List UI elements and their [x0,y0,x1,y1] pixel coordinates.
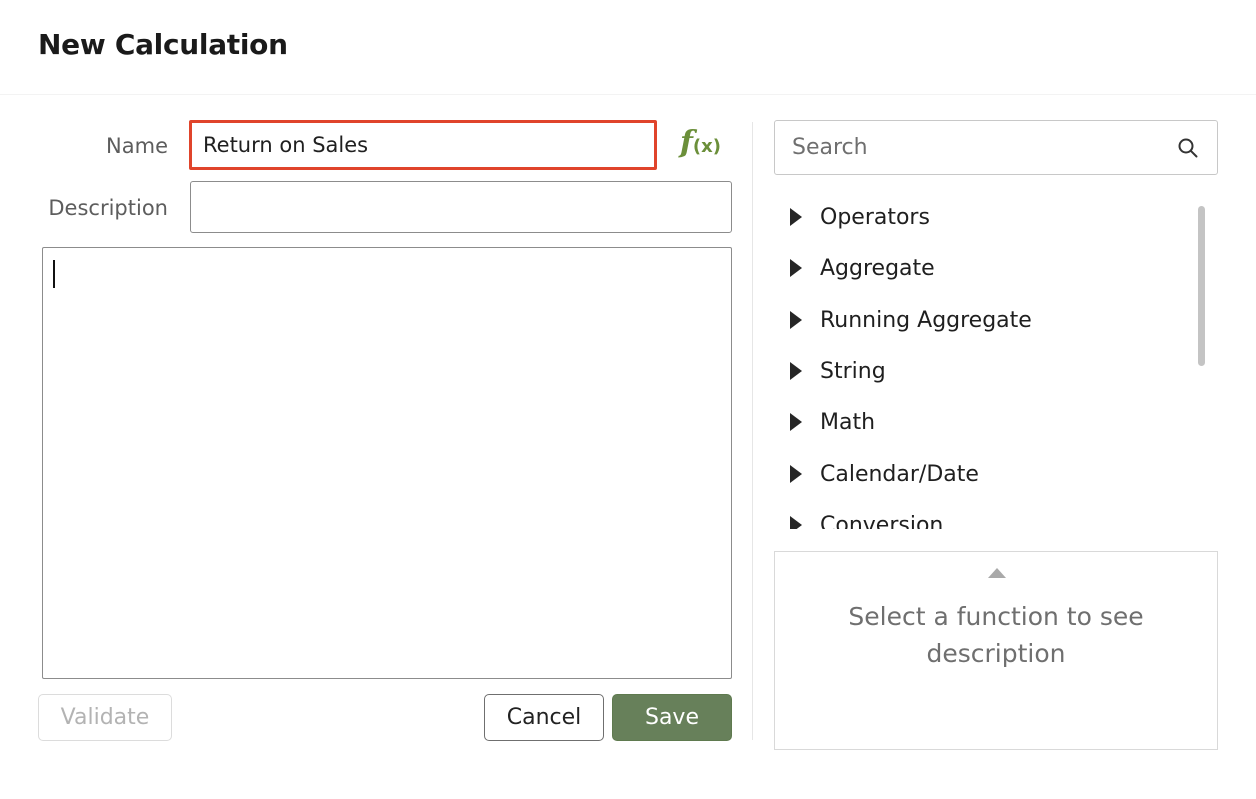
validate-button[interactable]: Validate [38,694,172,741]
description-label: Description [48,196,168,220]
category-label: String [820,358,886,384]
category-label: Calendar/Date [820,461,979,487]
expand-triangle-icon[interactable] [790,465,802,483]
header-divider [0,94,1256,95]
description-placeholder: Select a function to see description [848,602,1144,668]
category-label: Aggregate [820,255,935,281]
expand-triangle-icon[interactable] [790,516,802,529]
cancel-button[interactable]: Cancel [484,694,604,741]
category-label: Operators [820,204,930,230]
category-conversion[interactable]: Conversion [774,505,1194,529]
category-operators[interactable]: Operators [774,197,1194,237]
expand-triangle-icon[interactable] [790,311,802,329]
description-field[interactable] [190,181,732,233]
function-icon[interactable]: f(x) [680,128,721,162]
collapse-arrow-icon[interactable] [988,568,1006,578]
category-aggregate[interactable]: Aggregate [774,248,1194,288]
search-box[interactable] [774,120,1218,175]
expand-triangle-icon[interactable] [790,413,802,431]
category-math[interactable]: Math [774,402,1194,442]
category-label: Math [820,409,876,435]
category-label: Conversion [820,512,944,530]
expand-triangle-icon[interactable] [790,208,802,226]
category-running-aggregate[interactable]: Running Aggregate [774,300,1194,340]
function-category-tree: Operators Aggregate Running Aggregate St… [774,194,1218,529]
tree-scrollbar[interactable] [1198,206,1205,366]
category-label: Running Aggregate [820,307,1032,333]
dialog-title: New Calculation [38,28,288,61]
search-input[interactable] [775,121,1172,174]
expand-triangle-icon[interactable] [790,362,802,380]
expression-editor[interactable] [42,247,732,679]
category-string[interactable]: String [774,351,1194,391]
save-button[interactable]: Save [612,694,732,741]
name-field-value: Return on Sales [203,133,369,157]
panel-divider [752,122,753,740]
expand-triangle-icon[interactable] [790,259,802,277]
function-description-panel: Select a function to see description [774,551,1218,750]
search-icon[interactable] [1177,137,1199,159]
text-cursor [53,260,55,288]
category-calendar-date[interactable]: Calendar/Date [774,454,1194,494]
name-field[interactable]: Return on Sales [189,120,657,170]
name-label: Name [106,134,168,158]
